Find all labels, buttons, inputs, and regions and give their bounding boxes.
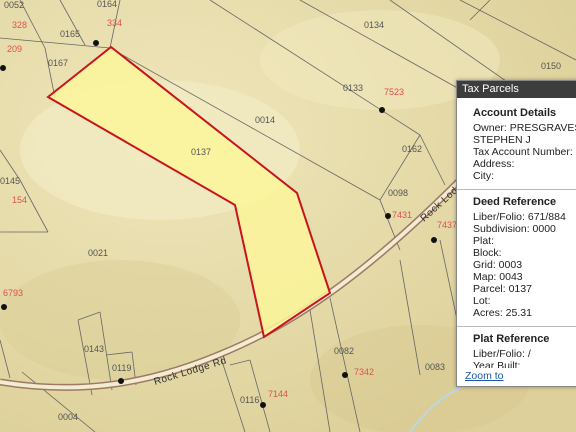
divider <box>457 189 576 190</box>
address-label: 328 <box>12 20 27 30</box>
address-label: 209 <box>7 44 22 54</box>
address-label: 7523 <box>384 87 404 97</box>
plat-liber-folio: Liber/Folio: / <box>473 348 531 360</box>
divider <box>457 326 576 327</box>
parcel-label: 0004 <box>58 412 78 422</box>
block-field: Block: <box>473 247 502 259</box>
plat-field: Plat: <box>473 235 495 247</box>
subdivision: Subdivision: 0000 <box>473 223 556 235</box>
address-label: 7144 <box>268 389 288 399</box>
parcel-label: 0133 <box>343 83 363 93</box>
parcel-label: 0145 <box>0 176 20 186</box>
parcel-label: 0165 <box>60 29 80 39</box>
parcel-label: 0164 <box>97 0 117 9</box>
owner-line2: STEPHEN J <box>473 134 531 146</box>
popup-title: Tax Parcels <box>457 81 576 98</box>
plat-reference-heading: Plat Reference <box>473 333 550 345</box>
parcel-label: 0098 <box>388 188 408 198</box>
parcel-label: 0014 <box>255 115 275 125</box>
parcel-label: 0143 <box>84 344 104 354</box>
parcel-label: 0116 <box>240 395 259 405</box>
map-field: Map: 0043 <box>473 271 523 283</box>
deed-reference-heading: Deed Reference <box>473 196 557 208</box>
popup-body[interactable]: Account Details Owner: PRESGRAVES STEPHE… <box>457 98 576 368</box>
lot-field: Lot: <box>473 295 491 307</box>
address-label: 334 <box>107 18 122 28</box>
address-label: 7431 <box>392 210 412 220</box>
parcel-label: 0167 <box>48 58 68 68</box>
owner-line1: Owner: PRESGRAVES <box>473 122 576 134</box>
parcel-label: 0021 <box>88 248 108 258</box>
popup-footer: Zoom to <box>457 368 576 386</box>
city-field: City: <box>473 170 494 182</box>
parcel-label: 0052 <box>4 0 24 10</box>
parcel-label: 0119 <box>112 363 131 373</box>
address-label: 7342 <box>354 367 374 377</box>
liber-folio: Liber/Folio: 671/884 <box>473 211 566 223</box>
grid-field: Grid: 0003 <box>473 259 523 271</box>
acres-field: Acres: 25.31 <box>473 307 532 319</box>
address-label: 6793 <box>3 288 23 298</box>
account-details-heading: Account Details <box>473 107 557 119</box>
parcel-label: 0137 <box>191 147 211 157</box>
address-label: 7437 <box>437 220 457 230</box>
parcel-label: 0134 <box>364 20 384 30</box>
tax-parcels-popup: Tax Parcels Account Details Owner: PRESG… <box>456 80 576 387</box>
plat-partial-row: Year Built: <box>473 360 521 368</box>
address-field: Address: <box>473 158 515 170</box>
parcel-label: 0082 <box>334 346 354 356</box>
parcel-label: 0150 <box>541 61 561 71</box>
parcel-field: Parcel: 0137 <box>473 283 532 295</box>
tax-account-number: Tax Account Number: 1 <box>473 146 576 158</box>
parcel-label: 0162 <box>402 144 422 154</box>
address-label: 154 <box>12 195 27 205</box>
parcel-label: 0083 <box>425 362 445 372</box>
zoom-to-link[interactable]: Zoom to <box>465 370 504 382</box>
